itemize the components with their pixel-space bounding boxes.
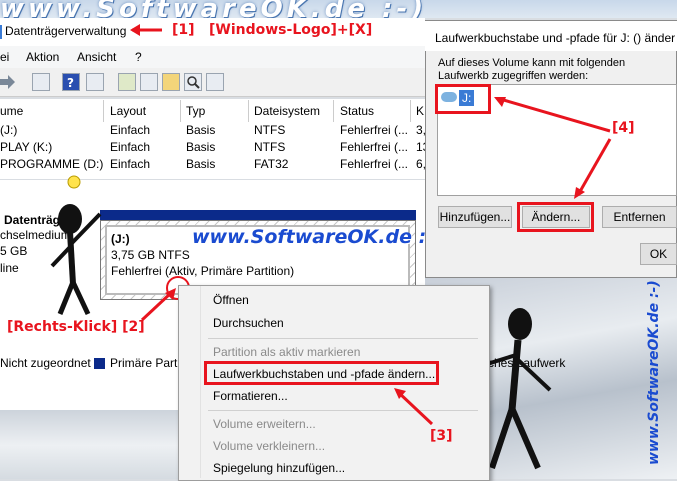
cell-status: Fehlerfrei (... [340, 140, 409, 154]
annotation-shortcut: [Windows-Logo]+[X] [209, 22, 373, 38]
menu-item-format[interactable]: Formatieren... [213, 389, 288, 403]
cell-layout: Einfach [110, 140, 151, 154]
remove-button[interactable]: Entfernen [602, 206, 677, 228]
list-icon[interactable] [206, 73, 224, 91]
partition-size: 3,75 GB NTFS [111, 248, 190, 262]
menu-item-open[interactable]: Öffnen [213, 293, 249, 307]
table-row[interactable]: PLAY (K:) Einfach Basis NTFS Fehlerfrei … [0, 140, 429, 157]
svg-text:?: ? [67, 76, 74, 90]
disk-state: line [0, 261, 19, 275]
menu-item-shrink: Volume verkleinern... [213, 439, 326, 453]
console-tree-icon[interactable] [32, 73, 50, 91]
col-type[interactable]: Typ [186, 104, 205, 118]
column-divider [180, 100, 181, 122]
cell-type: Basis [186, 140, 216, 154]
menu-item-mark-active: Partition als aktiv markieren [213, 345, 361, 359]
cell-type: Basis [186, 157, 216, 171]
column-divider [333, 100, 334, 122]
menu-file[interactable]: ei [0, 50, 9, 64]
partition-status: Fehlerfrei (Aktiv, Primäre Partition) [111, 264, 295, 278]
view-icon[interactable] [86, 73, 104, 91]
forward-arrow-icon[interactable] [0, 75, 16, 89]
banner-watermark: www.SoftwareOK.de :-) [0, 0, 428, 18]
cell-layout: Einfach [110, 123, 151, 137]
banner: www.SoftwareOK.de :-) [0, 0, 677, 18]
highlight-drive-item [435, 84, 491, 114]
menu-view[interactable]: Ansicht [77, 50, 116, 64]
window-title: Datenträgerverwaltung [5, 24, 127, 38]
annotation-step-3: [3] [430, 428, 453, 444]
annotation-step-1: [1] [172, 22, 195, 38]
table-row[interactable]: (J:) Einfach Basis NTFS Fehlerfrei (... … [0, 123, 426, 140]
annotation-step-4: [4] [612, 120, 635, 136]
cell-filesystem: NTFS [254, 140, 286, 154]
menu-separator [208, 410, 478, 411]
menu-help[interactable]: ? [135, 50, 142, 64]
cell-status: Fehlerfrei (... [340, 123, 409, 137]
col-capacity[interactable]: K [416, 104, 424, 118]
legend-unallocated: Nicht zugeordnet [0, 356, 91, 370]
arrow-2 [140, 288, 176, 322]
highlight-change-button [517, 202, 594, 232]
dialog-description: Auf dieses Volume kann mit folgenden Lau… [438, 57, 626, 82]
properties-icon[interactable] [140, 73, 158, 91]
menu-separator [208, 338, 478, 339]
highlight-change-letter [204, 361, 439, 385]
menu-action[interactable]: Aktion [26, 50, 59, 64]
column-divider [410, 100, 411, 122]
cell-filesystem: FAT32 [254, 157, 289, 171]
cell-volume: (J:) [0, 123, 18, 137]
refresh-icon[interactable] [118, 73, 136, 91]
col-volume[interactable]: ume [0, 104, 23, 118]
cell-volume: PLAY (K:) [0, 140, 53, 154]
search-icon[interactable] [184, 73, 202, 91]
help-icon[interactable]: ? [62, 73, 80, 91]
column-divider [248, 100, 249, 122]
add-button[interactable]: Hinzufügen... [438, 206, 512, 228]
annotation-step-2: [Rechts-Klick] [2] [7, 319, 145, 335]
app-icon [0, 25, 2, 39]
vertical-watermark: www.SoftwareOK.de :-) [646, 280, 662, 465]
arrow-4 [494, 97, 612, 199]
cell-type: Basis [186, 123, 216, 137]
dialog-title: Laufwerkbuchstabe und -pfade für J: () ä… [435, 31, 675, 45]
arrow-3 [394, 388, 434, 426]
col-filesystem[interactable]: Dateisystem [254, 104, 320, 118]
legend-primary: Primäre Partit [110, 356, 184, 370]
disk-size: 5 GB [0, 244, 28, 258]
folder-icon[interactable] [162, 73, 180, 91]
ok-button[interactable]: OK [640, 243, 677, 265]
legend-primary-swatch [94, 358, 105, 369]
menu-item-explore[interactable]: Durchsuchen [213, 316, 284, 330]
menu-item-extend: Volume erweitern... [213, 417, 316, 431]
menu-item-mirror[interactable]: Spiegelung hinzufügen... [213, 461, 345, 475]
col-layout[interactable]: Layout [110, 104, 146, 118]
stick-figure-thinking [50, 175, 102, 316]
partition-header-bar [100, 210, 416, 220]
column-divider [103, 100, 104, 122]
center-watermark: www.SoftwareOK.de :-) [192, 226, 443, 248]
cell-filesystem: NTFS [254, 123, 286, 137]
table-row[interactable]: PROGRAMME (D:) Einfach Basis FAT32 Fehle… [0, 157, 426, 174]
menu-bar [0, 46, 425, 69]
col-status[interactable]: Status [340, 104, 374, 118]
cell-layout: Einfach [110, 157, 151, 171]
cell-volume: PROGRAMME (D:) [0, 157, 104, 171]
cell-status: Fehlerfrei (... [340, 157, 409, 171]
arrow-1 [130, 24, 162, 36]
menu-gutter [200, 286, 201, 478]
